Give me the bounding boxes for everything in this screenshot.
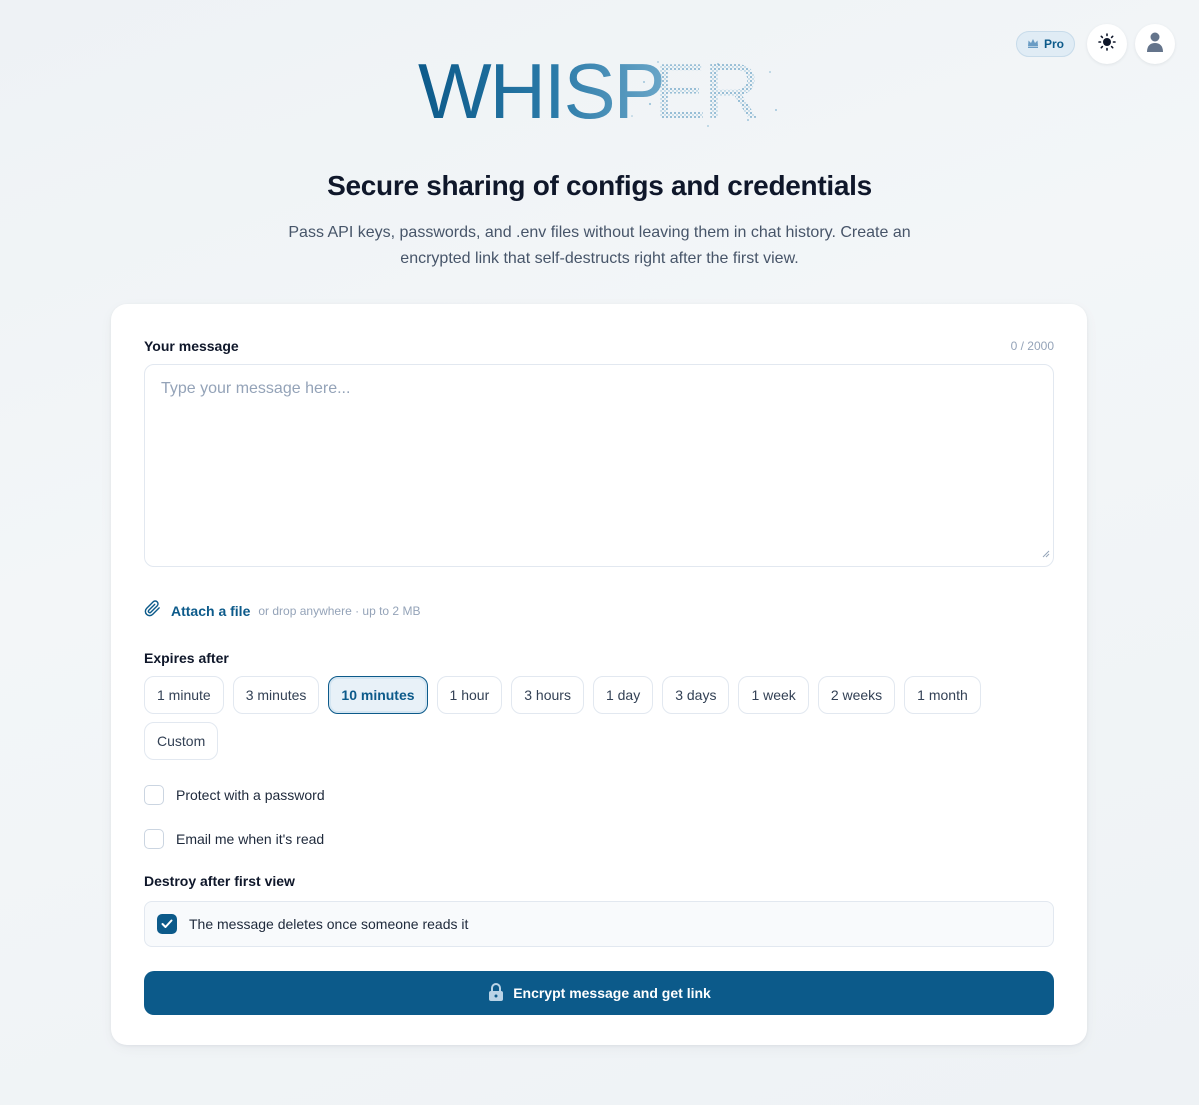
message-form-card: Your message 0 / 2000 Type your message … <box>111 304 1087 1045</box>
expiry-options: 1 minute 3 minutes 10 minutes 1 hour 3 h… <box>144 676 1054 760</box>
encrypt-button-label: Encrypt message and get link <box>513 985 711 1001</box>
checkmark-icon <box>161 916 173 932</box>
user-icon <box>1146 31 1164 58</box>
crown-icon <box>1027 37 1039 52</box>
attach-file-link[interactable]: Attach a file <box>171 603 250 619</box>
paperclip-icon[interactable] <box>144 600 161 622</box>
pro-badge[interactable]: Pro <box>1015 31 1075 57</box>
sun-icon <box>1098 32 1116 56</box>
expiry-option[interactable]: 1 day <box>592 676 654 714</box>
email-option-label: Email me when it's read <box>176 831 325 847</box>
expiry-option-selected[interactable]: 10 minutes <box>328 676 428 714</box>
message-header: Your message 0 / 2000 <box>144 338 1054 354</box>
encrypt-submit-button[interactable]: Encrypt message and get link <box>144 971 1054 1015</box>
destroy-checkbox[interactable] <box>157 914 177 934</box>
message-placeholder: Type your message here... <box>161 380 351 397</box>
expiry-option-custom[interactable]: Custom <box>144 722 219 760</box>
account-button[interactable] <box>1135 24 1175 64</box>
attach-hint: or drop anywhere · up to 2 MB <box>258 604 421 618</box>
top-controls: Pro <box>1015 24 1175 64</box>
destroy-option[interactable]: The message deletes once someone reads i… <box>144 901 1054 947</box>
whisper-logo: WHISP ER <box>418 47 783 135</box>
expiry-option[interactable]: 1 hour <box>436 676 503 714</box>
destroy-option-label: The message deletes once someone reads i… <box>189 916 469 932</box>
expiry-option[interactable]: 1 minute <box>144 676 224 714</box>
password-option-label: Protect with a password <box>176 787 325 803</box>
hero: Secure sharing of configs and credential… <box>0 170 1199 272</box>
character-counter: 0 / 2000 <box>1010 339 1054 353</box>
pro-badge-label: Pro <box>1043 37 1064 51</box>
page-title: Secure sharing of configs and credential… <box>327 170 872 201</box>
email-option[interactable]: Email me when it's read <box>144 829 1054 849</box>
email-checkbox[interactable] <box>144 829 164 849</box>
page-subtitle: Pass API keys, passwords, and .env files… <box>288 224 911 267</box>
svg-text:WHISP: WHISP <box>418 52 664 132</box>
message-textarea[interactable]: Type your message here... <box>144 364 1054 567</box>
attach-row: Attach a file or drop anywhere · up to 2… <box>144 600 1054 622</box>
expiry-option[interactable]: 1 month <box>904 676 981 714</box>
message-label: Your message <box>144 338 239 354</box>
theme-toggle-button[interactable] <box>1087 24 1127 64</box>
lock-icon <box>487 982 505 1005</box>
password-checkbox[interactable] <box>144 785 164 805</box>
expiry-option[interactable]: 3 hours <box>511 676 584 714</box>
expires-label: Expires after <box>144 650 229 666</box>
expiry-option[interactable]: 2 weeks <box>817 676 896 714</box>
expiry-option[interactable]: 1 week <box>738 676 809 714</box>
expiry-option[interactable]: 3 minutes <box>232 676 320 714</box>
expiry-option[interactable]: 3 days <box>662 676 730 714</box>
svg-text:ER: ER <box>654 52 758 132</box>
password-option[interactable]: Protect with a password <box>144 785 1054 805</box>
destroy-heading: Destroy after first view <box>144 873 295 889</box>
resize-handle-icon[interactable] <box>1042 545 1050 563</box>
